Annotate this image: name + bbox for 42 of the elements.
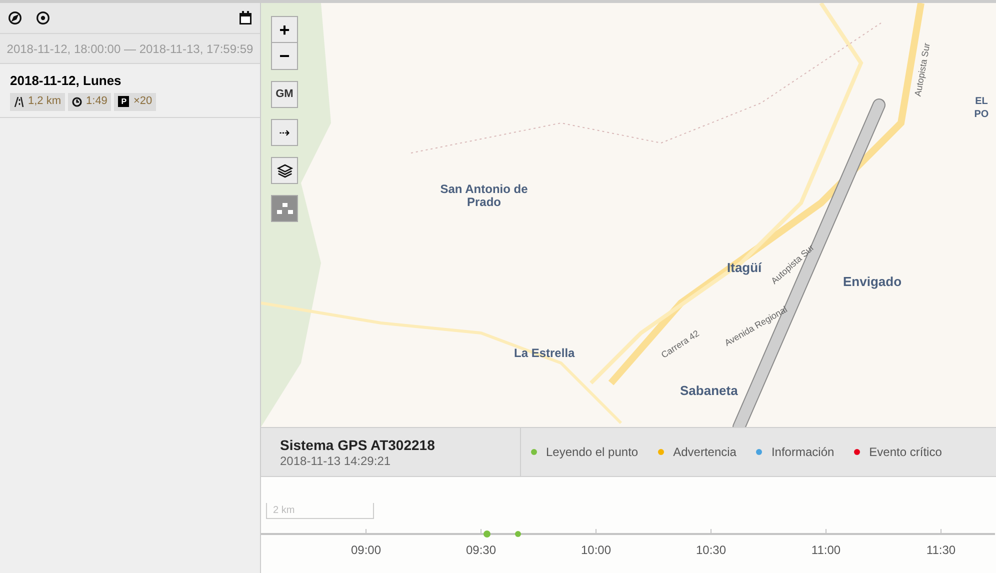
target-icon[interactable] [36,11,50,25]
device-time: 2018-11-13 14:29:21 [280,454,392,469]
compass-icon[interactable] [8,11,22,25]
time-tick-label: 10:30 [694,542,728,559]
day-item[interactable]: 2018-11-12, Lunes 1,2 km 1:49 P ×20 [0,64,260,118]
duration-tag: 1:49 [68,92,112,110]
road-label: Autopista Sur [912,42,933,98]
road-icon [14,96,24,106]
date-range: 2018-11-12, 18:00:00 — 2018-11-13, 17:59:59 [0,34,260,64]
parking-badge: P [118,96,130,107]
legend-label: Información [771,444,834,461]
time-tick-label: 09:00 [350,542,382,559]
legend-label: Evento crítico [869,444,942,461]
dots-icon [276,202,292,214]
time-tick-label: 09:30 [464,542,498,559]
day-title: 2018-11-12, Lunes [10,72,122,90]
legend-label: Leyendo el punto [546,444,638,461]
map-toggle-button[interactable] [271,195,298,222]
map-toggle-button[interactable] [271,157,298,184]
distance-tag: 1,2 km [10,92,66,110]
zoom-out-button[interactable]: − [271,43,298,70]
place-label: Sabaneta [680,384,738,397]
clock-icon [72,96,82,106]
place-label: Itagüí [727,261,762,274]
legend-label: Advertencia [673,444,736,461]
zoom-in-button[interactable]: + [271,16,298,43]
place-label: EL PO [973,95,990,121]
direction-button[interactable]: ⇢ [271,119,298,146]
event-dot[interactable] [483,530,491,538]
layers-icon [276,162,292,178]
place-label: San Antonio de Prado [439,183,529,209]
time-tick-label: 11:00 [810,542,842,559]
map-provider-button[interactable]: GM [271,81,298,108]
calendar-icon[interactable] [239,11,252,25]
scale-bar: 2 km [266,503,374,519]
device-name: Sistema GPS AT302218 [280,437,436,454]
time-tick-label: 11:30 [925,542,957,559]
place-label: La Estrella [514,347,575,360]
event-dot[interactable] [515,531,521,537]
time-tick-label: 10:00 [580,542,612,559]
stops-tag: P ×20 [114,92,156,110]
place-label: Envigado [843,275,902,288]
